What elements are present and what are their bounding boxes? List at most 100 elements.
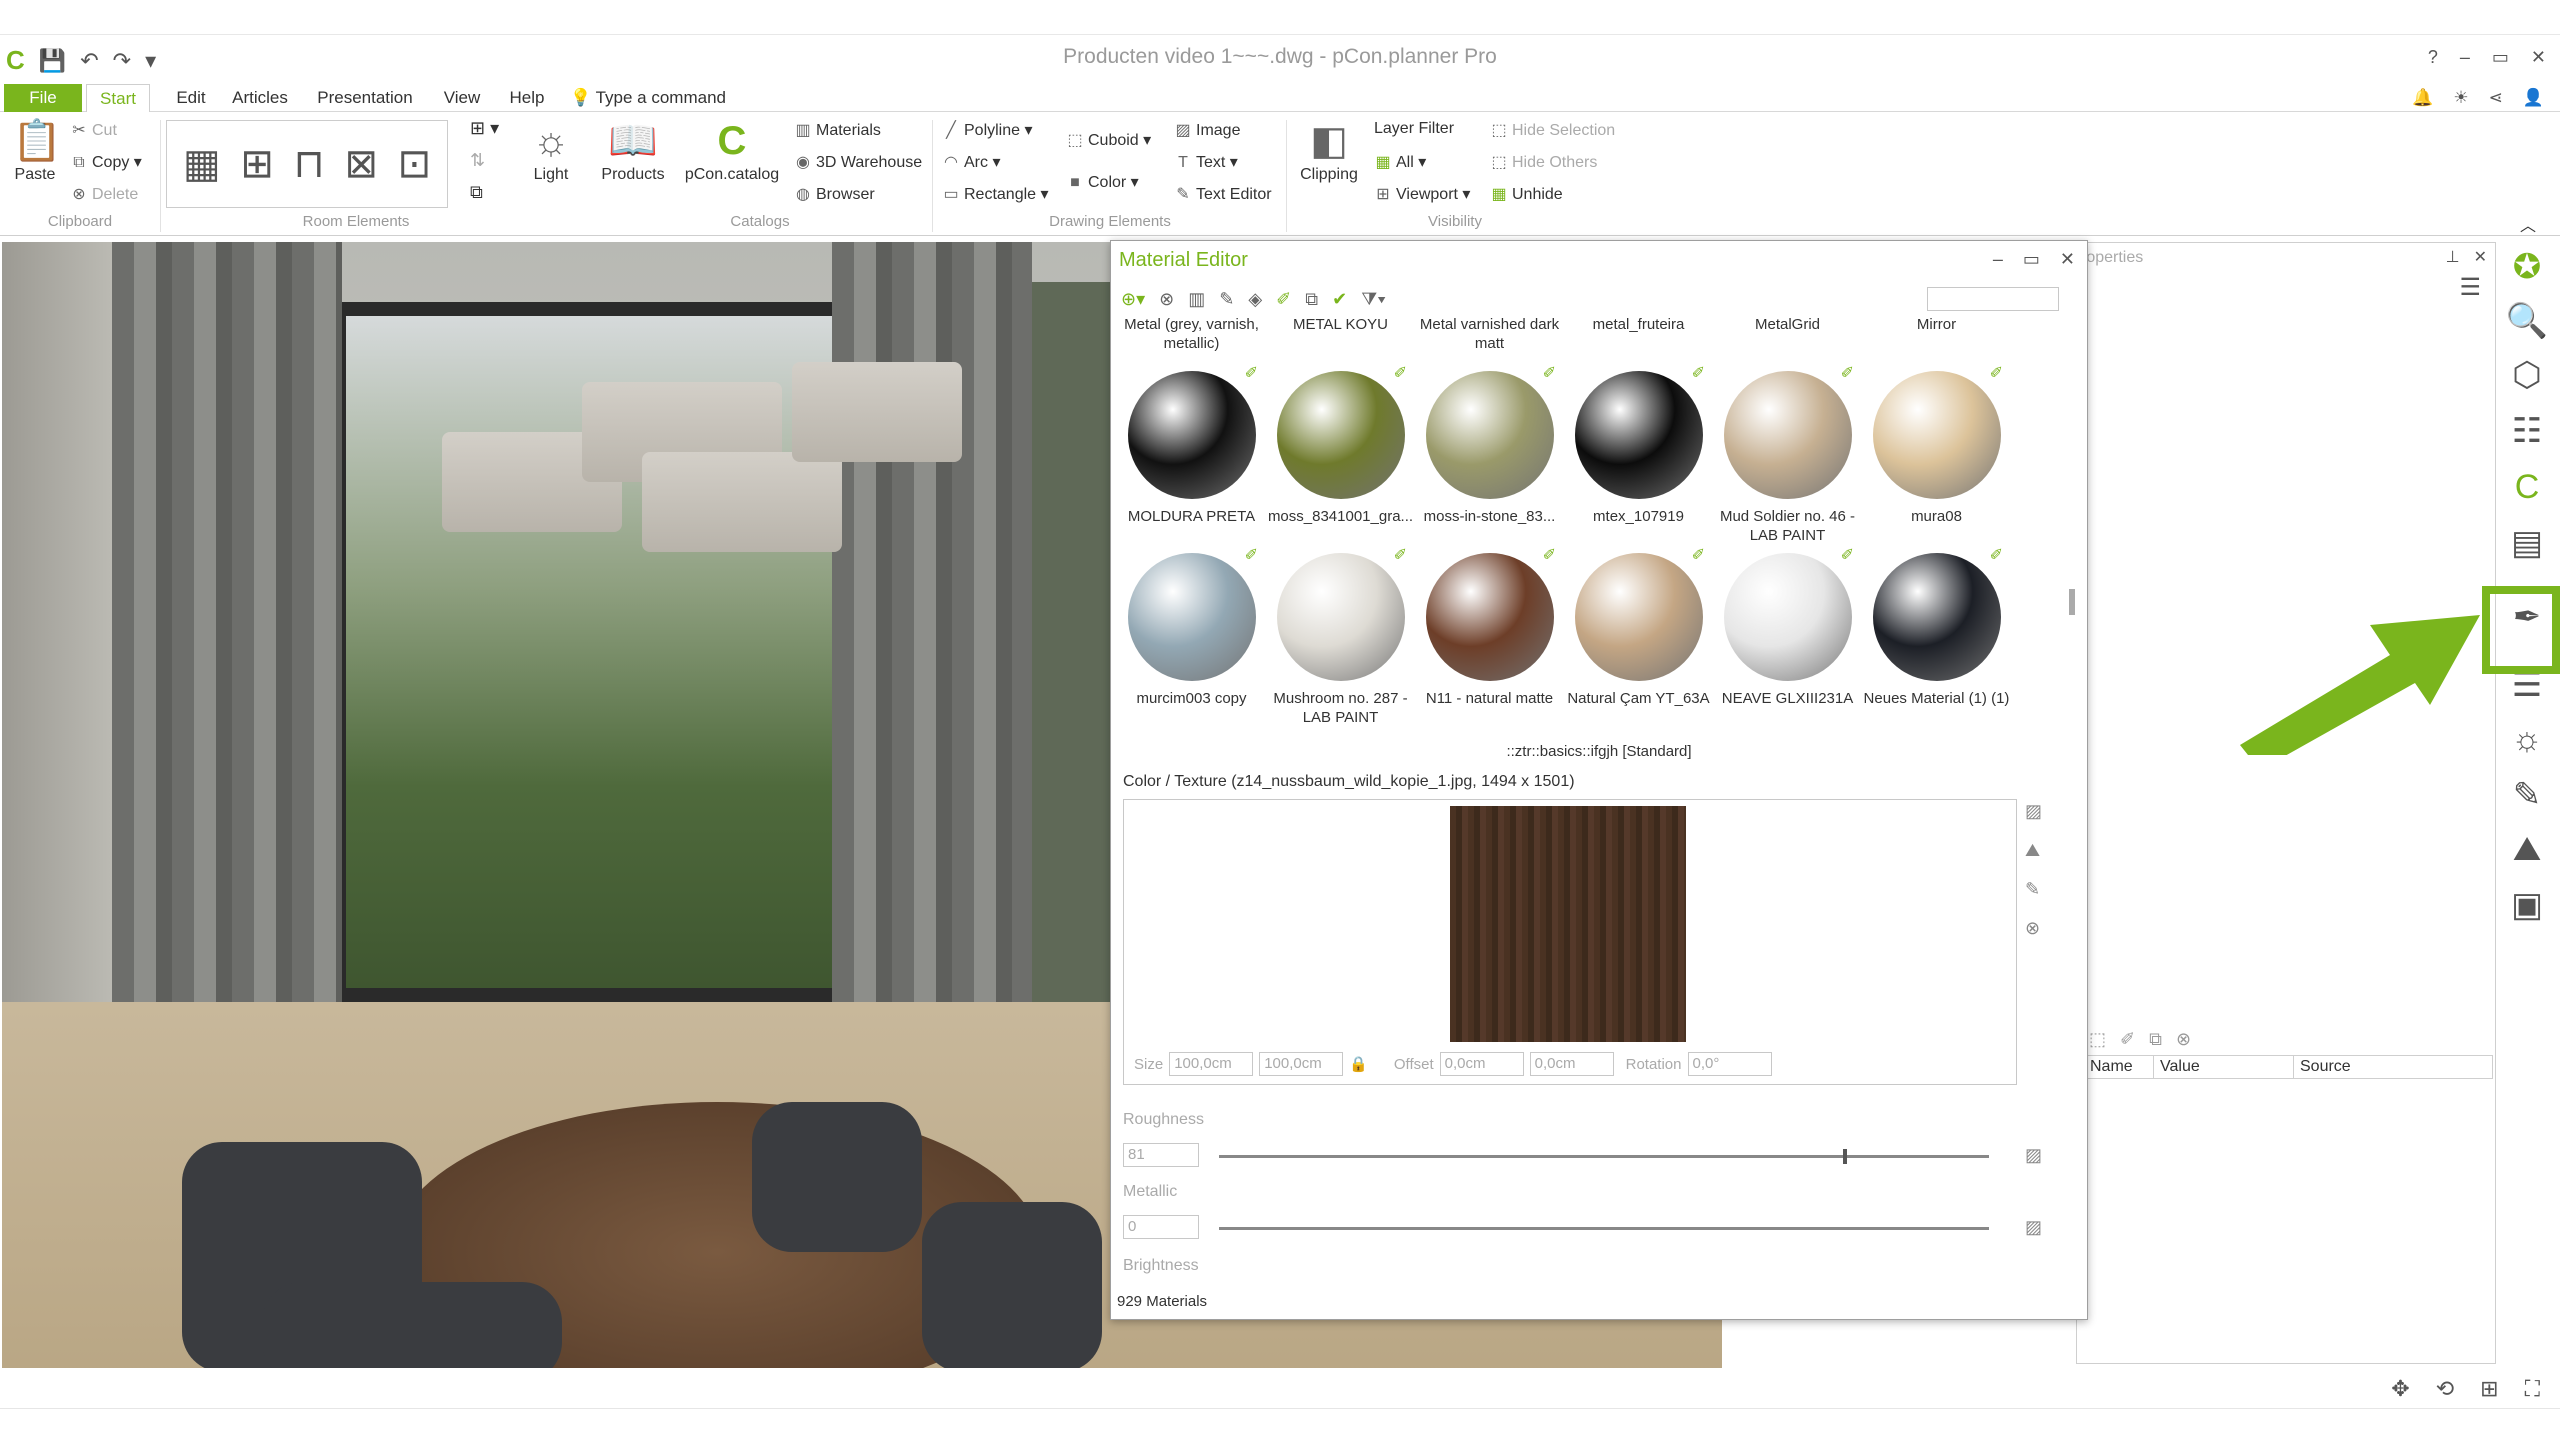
duplicate-icon[interactable]: ⧉	[1305, 289, 1318, 310]
paste-button[interactable]: 📋 Paste	[12, 116, 62, 184]
color-button[interactable]: ■ Color ▾	[1066, 172, 1139, 192]
storage-icon[interactable]: ▤	[2504, 520, 2550, 566]
material-preview-sphere[interactable]	[1723, 371, 1852, 499]
door-icon[interactable]: ⊓	[294, 141, 325, 187]
material-preview-sphere[interactable]	[1276, 371, 1405, 499]
material-preview-sphere[interactable]	[1127, 553, 1256, 681]
paint-bucket-icon[interactable]: ◈	[1248, 289, 1262, 310]
products-sidebar-icon[interactable]: 🔍	[2504, 298, 2550, 344]
tab-file[interactable]: File	[4, 84, 82, 112]
size-width-field[interactable]: 100,0cm	[1169, 1052, 1254, 1076]
remove-material-icon[interactable]: ⊗	[1159, 289, 1174, 310]
material-item[interactable]: ✐ murcim003 copy	[1117, 543, 1266, 725]
cuboid-button[interactable]: ⬚ Cuboid ▾	[1066, 130, 1151, 150]
material-item[interactable]: ✐ NEAVE GLXIII231A	[1713, 543, 1862, 725]
wall-icon[interactable]: ▦	[183, 141, 221, 187]
offset-x-field[interactable]: 0,0cm	[1439, 1052, 1524, 1076]
text-button[interactable]: T Text ▾	[1174, 152, 1238, 172]
load-image-icon[interactable]: ▨	[2025, 801, 2042, 822]
collapse-ribbon-icon[interactable]: ︿	[2520, 212, 2536, 236]
material-preview-sphere[interactable]	[1723, 553, 1852, 681]
material-label[interactable]: Metal varnished dark matt	[1415, 315, 1564, 361]
texture-thumbnail[interactable]	[1450, 806, 1686, 1042]
material-item[interactable]: ✐ N11 - natural matte	[1415, 543, 1564, 725]
column-value[interactable]: Value	[2154, 1056, 2294, 1078]
tab-articles[interactable]: Articles	[226, 84, 294, 112]
pcon-catalog-button[interactable]: C pCon.catalog	[682, 116, 782, 184]
restore-button[interactable]: ▭	[2492, 47, 2509, 68]
column-source[interactable]: Source	[2294, 1056, 2490, 1078]
floor-icon[interactable]: ⊡	[398, 141, 432, 187]
catalog-icon[interactable]: ✪	[2504, 244, 2550, 290]
apply-brush-icon[interactable]: ✐	[1543, 363, 1556, 383]
material-item[interactable]: ✐ mtex_107919	[1564, 361, 1713, 543]
add-material-icon[interactable]: ⊕▾	[1121, 289, 1145, 310]
material-preview-sphere[interactable]	[1574, 371, 1703, 499]
browser-button[interactable]: ◍ Browser	[794, 184, 875, 204]
close-button[interactable]: ✕	[2531, 47, 2546, 68]
navigation-icon[interactable]: ✥	[2391, 1376, 2409, 1402]
text-editor-button[interactable]: ✎ Text Editor	[1174, 184, 1271, 204]
me-close-button[interactable]: ✕	[2060, 249, 2075, 270]
apply-brush-icon[interactable]: ✐	[1245, 363, 1258, 383]
rotation-field[interactable]: 0,0°	[1687, 1052, 1772, 1076]
material-preview-sphere[interactable]	[1425, 553, 1554, 681]
roughness-map-icon[interactable]: ▨	[2025, 1145, 2042, 1166]
select-icon[interactable]: ⬚	[2089, 1029, 2106, 1050]
materials-button[interactable]: ▥ Materials	[794, 120, 880, 140]
material-item[interactable]: ✐ Mud Soldier no. 46 - LAB PAINT	[1713, 361, 1862, 544]
apply-brush-icon[interactable]: ✐	[1394, 363, 1407, 383]
unhide-button[interactable]: ▦ Unhide	[1490, 184, 1562, 204]
material-item[interactable]: ✐ moss-in-stone_83...	[1415, 361, 1564, 543]
pin-icon[interactable]: ⊥	[2446, 247, 2460, 267]
roughness-slider-handle[interactable]	[1842, 1149, 1847, 1164]
roughness-field[interactable]: 81	[1123, 1143, 1199, 1167]
light-button[interactable]: ☼ Light	[526, 116, 576, 184]
arc-button[interactable]: ◠ Arc ▾	[942, 152, 1000, 172]
material-preview-sphere[interactable]	[1872, 553, 2001, 681]
all-button[interactable]: ▦ All ▾	[1374, 152, 1426, 172]
apply-brush-icon[interactable]: ✐	[1990, 363, 2003, 383]
snap-icon[interactable]: ⊞ ▾	[470, 118, 499, 139]
apply-brush-icon[interactable]: ✐	[1692, 545, 1705, 565]
edit-image-icon[interactable]: ⛰	[2025, 840, 2042, 861]
material-label[interactable]: MetalGrid	[1713, 315, 1862, 361]
tab-help[interactable]: Help	[502, 84, 552, 112]
pencil-icon[interactable]: ✎	[2025, 879, 2042, 900]
group-icon[interactable]: ⧉	[470, 182, 483, 203]
panel-layout-icon[interactable]: ▣	[2504, 882, 2550, 928]
apply-brush-icon[interactable]: ✐	[1841, 545, 1854, 565]
light-settings-icon[interactable]: ☼	[2504, 716, 2550, 762]
me-minimize-button[interactable]: –	[1993, 249, 2003, 270]
me-maximize-button[interactable]: ▭	[2023, 249, 2040, 270]
hide-others-button[interactable]: ⬚ Hide Others	[1490, 152, 1597, 172]
offset-y-field[interactable]: 0,0cm	[1529, 1052, 1614, 1076]
material-item[interactable]: ✐ mura08	[1862, 361, 2011, 543]
fullscreen-icon[interactable]: ⛶	[2525, 1376, 2540, 1402]
cut-button[interactable]: ✂ Cut	[70, 120, 117, 140]
help-button[interactable]: ?	[2428, 47, 2438, 68]
orbit-icon[interactable]: ⟲	[2436, 1376, 2454, 1402]
align-icon[interactable]: ⇅	[470, 150, 485, 171]
material-preview-sphere[interactable]	[1425, 371, 1554, 499]
material-label[interactable]: metal_fruteira	[1564, 315, 1713, 361]
properties-close-icon[interactable]: ✕	[2474, 247, 2487, 267]
metallic-map-icon[interactable]: ▨	[2025, 1217, 2042, 1238]
size-height-field[interactable]: 100,0cm	[1259, 1052, 1344, 1076]
apply-brush-icon[interactable]: ✐	[1990, 545, 2003, 565]
material-item[interactable]: ✐ MOLDURA PRETA	[1117, 361, 1266, 543]
minimize-button[interactable]: –	[2460, 47, 2470, 68]
material-item[interactable]: ✐ Neues Material (1) (1)	[1862, 543, 2011, 725]
material-item[interactable]: ✐ Mushroom no. 287 - LAB PAINT	[1266, 543, 1415, 726]
material-label[interactable]: METAL KOYU	[1266, 315, 1415, 361]
tab-edit[interactable]: Edit	[166, 84, 216, 112]
metallic-slider[interactable]	[1219, 1227, 1989, 1230]
material-preview-sphere[interactable]	[1127, 371, 1256, 499]
clear-props-icon[interactable]: ⊗	[2176, 1029, 2191, 1050]
view-layout-icon[interactable]: ⊞	[2480, 1376, 2498, 1402]
material-grid-scrollbar[interactable]	[2067, 319, 2077, 959]
rectangle-button[interactable]: ▭ Rectangle ▾	[942, 184, 1048, 204]
image-button[interactable]: ▨ Image	[1174, 120, 1240, 140]
apply-brush-icon[interactable]: ✐	[1692, 363, 1705, 383]
library-icon[interactable]: ▥	[1188, 289, 1205, 310]
